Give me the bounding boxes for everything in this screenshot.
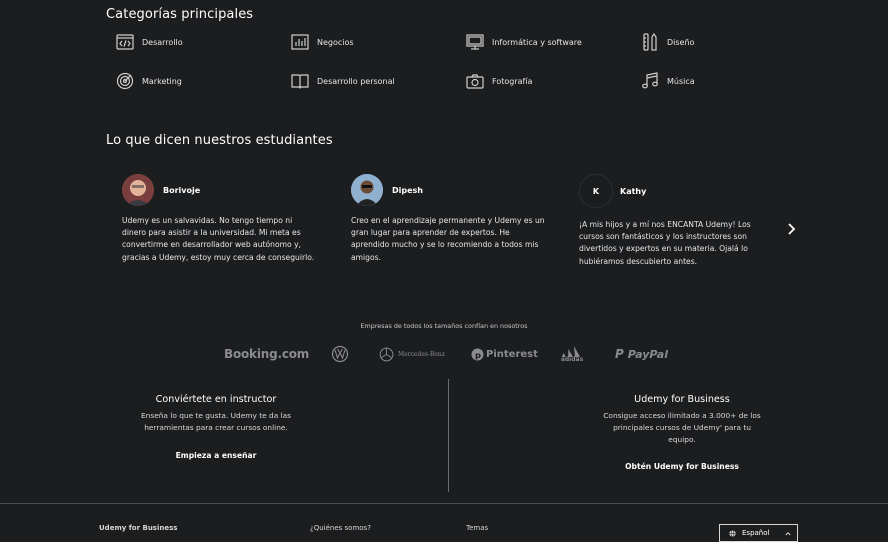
testimonial-text: Udemy es un salvavidas. No tengo tiempo … xyxy=(122,216,315,262)
music-note-icon xyxy=(642,72,658,89)
book-icon xyxy=(291,74,309,89)
business-title: Udemy for Business xyxy=(634,394,730,405)
code-window-icon xyxy=(116,34,134,50)
volkswagen-logo xyxy=(331,343,349,365)
business-text: Consigue acceso ilimitado a 3.000+ de lo… xyxy=(603,411,761,444)
carousel-next-button[interactable] xyxy=(786,221,798,235)
pinterest-logo: p Pinterest xyxy=(471,343,538,365)
category-label: Marketing xyxy=(142,76,182,86)
avatar-initial: K xyxy=(592,186,600,196)
adidas-logo: adidas xyxy=(560,343,584,365)
category-informatica[interactable]: Informática y software xyxy=(466,33,582,51)
camera-icon xyxy=(466,74,484,89)
get-business-link[interactable]: Obtén Udemy for Business xyxy=(604,462,760,471)
company-logos: Booking.com Mercedes-Benz p Pinterest ad… xyxy=(0,343,888,367)
testimonial-text: Creo en el aprendizaje permanente y Udem… xyxy=(351,216,545,262)
category-label: Informática y software xyxy=(492,37,582,47)
adidas-wordmark: adidas xyxy=(560,356,584,363)
category-label: Diseño xyxy=(667,37,695,47)
category-desarrollo-personal[interactable]: Desarrollo personal xyxy=(291,72,395,90)
instructor-title: Conviértete en instructor xyxy=(155,394,277,405)
category-fotografia[interactable]: Fotografía xyxy=(466,72,532,90)
testimonial-text: ¡A mis hijos y a mí nos ENCANTA Udemy! L… xyxy=(579,220,751,266)
student-name: Borivoje xyxy=(163,186,201,195)
category-diseno[interactable]: Diseño xyxy=(641,33,694,51)
chevron-up-icon xyxy=(785,531,791,535)
footer-topics-link[interactable]: Temas xyxy=(466,524,488,532)
svg-text:p: p xyxy=(475,349,481,359)
category-label: Música xyxy=(667,76,695,86)
design-tools-icon xyxy=(643,33,657,51)
start-teaching-link[interactable]: Empieza a enseñar xyxy=(140,451,292,460)
category-negocios[interactable]: Negocios xyxy=(291,33,354,51)
chevron-right-icon xyxy=(788,223,796,235)
language-label: Español xyxy=(742,529,770,537)
trusted-caption: Empresas de todos los tamaños confían en… xyxy=(360,322,528,330)
avatar xyxy=(122,174,154,206)
footer-divider xyxy=(0,503,888,504)
pinterest-wordmark: Pinterest xyxy=(486,348,538,360)
testimonials-title: Lo que dicen nuestros estudiantes xyxy=(106,133,333,148)
student-name: Kathy xyxy=(620,187,647,196)
category-desarrollo[interactable]: Desarrollo xyxy=(116,33,183,51)
instructor-text: Enseña lo que te gusta. Udemy te da las … xyxy=(140,411,292,432)
bar-chart-icon xyxy=(291,34,309,50)
footer-business-link[interactable]: Udemy for Business xyxy=(99,524,177,532)
category-label: Negocios xyxy=(317,37,354,47)
footer-about-link[interactable]: ¿Quiénes somos? xyxy=(310,524,371,532)
category-label: Fotografía xyxy=(492,76,533,86)
categories-title: Categorías principales xyxy=(106,7,254,22)
avatar: K xyxy=(579,174,613,208)
category-marketing[interactable]: Marketing xyxy=(116,72,182,90)
student-name: Dipesh xyxy=(392,186,423,195)
section-divider xyxy=(448,379,449,492)
category-label: Desarrollo personal xyxy=(317,76,395,86)
target-icon xyxy=(116,72,134,90)
paypal-wordmark: PayPal xyxy=(627,347,668,361)
paypal-p-mark: P xyxy=(615,347,624,361)
mercedes-logo: Mercedes-Benz xyxy=(379,343,445,365)
paypal-logo: P PayPal xyxy=(615,343,668,365)
globe-icon xyxy=(729,529,736,537)
booking-logo: Booking.com xyxy=(224,347,310,361)
language-selector[interactable]: Español xyxy=(719,524,798,542)
category-label: Desarrollo xyxy=(142,37,183,47)
category-musica[interactable]: Música xyxy=(641,72,695,90)
mercedes-wordmark: Mercedes-Benz xyxy=(398,350,445,358)
avatar xyxy=(351,174,383,206)
monitor-icon xyxy=(466,34,484,50)
